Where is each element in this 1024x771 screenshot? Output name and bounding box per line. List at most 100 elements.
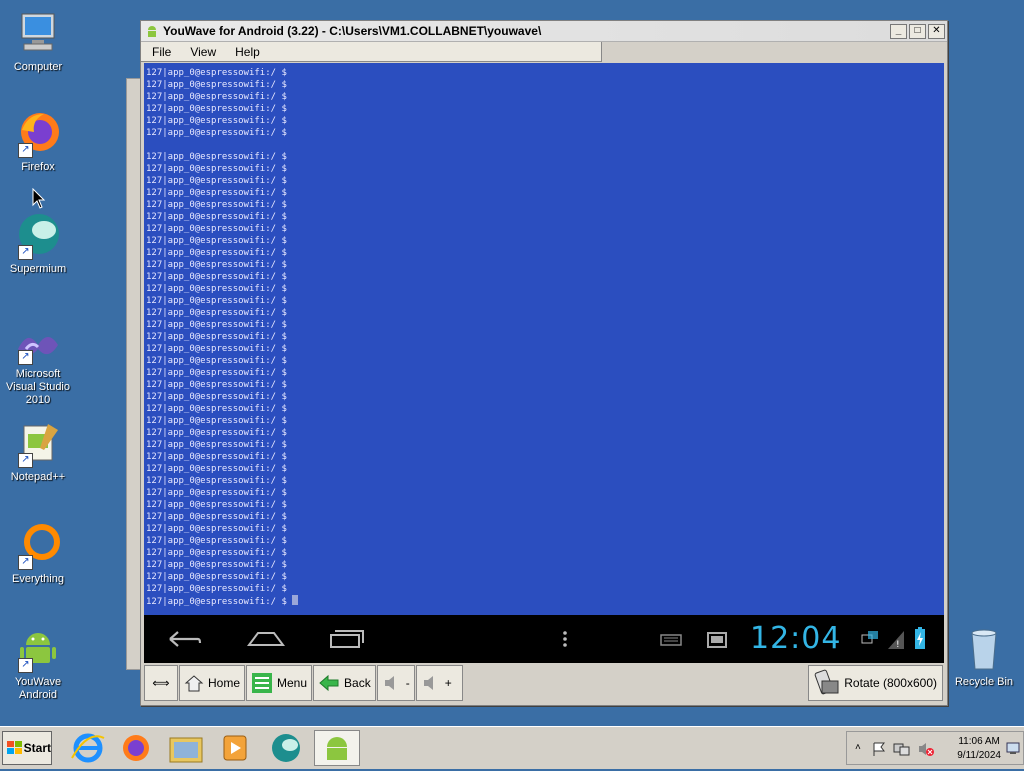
horizontal-arrows-icon: ⟺ xyxy=(152,676,170,690)
window-title: YouWave for Android (3.22) - C:\Users\VM… xyxy=(163,24,542,38)
shortcut-arrow-icon: ↗ xyxy=(18,350,33,365)
volume-down-label: - xyxy=(405,676,410,690)
shortcut-arrow-icon: ↗ xyxy=(18,555,33,570)
back-button[interactable]: Back xyxy=(313,665,376,701)
desktop-icon-label: Recycle Bin xyxy=(954,676,1014,688)
start-button[interactable]: Start xyxy=(2,731,52,765)
terminal-output: 127|app_0@espressowifi:/ $ 127|app_0@esp… xyxy=(144,63,944,608)
desktop-icon-label: Everything xyxy=(12,573,64,585)
clock[interactable]: 11:06 AM 9/11/2024 xyxy=(957,735,1001,763)
menu-list-icon xyxy=(252,673,273,693)
computer-icon xyxy=(14,10,62,58)
android-icon xyxy=(327,737,347,760)
time-text: 11:06 AM xyxy=(958,736,1000,747)
notepadpp-icon: ↗ xyxy=(14,420,62,468)
taskbar-firefox[interactable] xyxy=(116,730,156,766)
visual-studio-icon: ↗ xyxy=(14,325,62,365)
keyboard-icon xyxy=(660,634,682,646)
shortcut-arrow-icon: ↗ xyxy=(18,143,33,158)
android-icon xyxy=(148,26,156,37)
show-desktop-icon[interactable] xyxy=(1005,740,1021,756)
taskbar-media-player[interactable] xyxy=(216,730,256,766)
volume-down-button[interactable]: - xyxy=(376,665,415,701)
taskbar-supermium[interactable] xyxy=(266,730,306,766)
network-status-icon[interactable] xyxy=(893,741,911,757)
speaker-icon xyxy=(423,676,433,690)
date-text: 9/11/2024 xyxy=(957,750,1001,761)
youwave-window: YouWave for Android (3.22) - C:\Users\VM… xyxy=(140,20,948,706)
desktop-icon-label: Notepad++ xyxy=(10,471,66,483)
home-icon xyxy=(184,675,204,692)
back-arrow-icon xyxy=(319,674,339,692)
title-bar[interactable]: YouWave for Android (3.22) - C:\Users\VM… xyxy=(141,21,947,42)
android-back-icon[interactable] xyxy=(166,625,202,653)
desktop-icon-supermium[interactable]: ↗ Supermium xyxy=(0,212,76,276)
maximize-button[interactable]: □ xyxy=(909,23,926,39)
menu-bar: File View Help xyxy=(141,42,602,62)
android-recents-icon[interactable] xyxy=(328,625,364,653)
rotate-label: Rotate (800x600) xyxy=(844,676,937,690)
mouse-cursor-icon xyxy=(32,188,46,209)
android-home-icon[interactable] xyxy=(246,625,286,653)
taskbar-internet-explorer[interactable] xyxy=(68,730,108,766)
volume-up-label: + xyxy=(444,676,452,690)
network-icon xyxy=(861,631,878,644)
shortcut-arrow-icon: ↗ xyxy=(18,245,33,260)
android-terminal[interactable]: 127|app_0@espressowifi:/ $ 127|app_0@esp… xyxy=(144,63,944,615)
taskbar-file-explorer[interactable] xyxy=(166,730,206,766)
recycle-bin-icon xyxy=(971,629,997,670)
desktop-icon-everything[interactable]: ↗ Everything xyxy=(0,522,76,586)
android-icon: ↗ xyxy=(14,625,62,673)
desktop-icon-youwave[interactable]: ↗ YouWave Android xyxy=(0,625,76,702)
android-overflow-menu-icon[interactable] xyxy=(560,625,570,653)
desktop-icon-label: Microsoft Visual Studio 2010 xyxy=(5,368,70,406)
taskbar: Start ˄ 11:06 AM 9/11/2024 xyxy=(0,726,1024,769)
desktop-icon-label: Supermium xyxy=(9,263,67,275)
resize-toggle-button[interactable]: ⟺ xyxy=(144,665,178,701)
menu-button[interactable]: Menu xyxy=(246,665,313,701)
volume-up-button[interactable]: + xyxy=(415,665,463,701)
signal-icon: ! xyxy=(888,631,904,650)
menu-help[interactable]: Help xyxy=(224,45,268,59)
speaker-icon xyxy=(384,676,394,690)
supermium-icon xyxy=(272,734,300,762)
android-clock: 12:04 xyxy=(750,621,842,656)
desktop-icon-visual-studio[interactable]: ↗ Microsoft Visual Studio 2010 xyxy=(0,325,76,407)
menu-view[interactable]: View xyxy=(179,45,224,59)
desktop-icon-notepadpp[interactable]: ↗ Notepad++ xyxy=(0,420,76,484)
android-nav-bar: 12:04 ! xyxy=(144,615,944,663)
system-tray: ˄ 11:06 AM 9/11/2024 xyxy=(846,731,1024,765)
svg-text:!: ! xyxy=(896,640,900,650)
taskbar-youwave[interactable] xyxy=(314,730,360,766)
desktop-icon-computer[interactable]: Computer xyxy=(0,10,76,74)
shortcut-arrow-icon: ↗ xyxy=(18,658,33,673)
media-player-icon xyxy=(223,735,247,761)
desktop-icon-recycle-bin[interactable]: Recycle Bin xyxy=(946,625,1022,688)
youwave-toolbar: ⟺ Home Menu Back - + Rotate (800x600) xyxy=(144,663,944,703)
screenshot-icon xyxy=(707,632,727,648)
minimize-button[interactable]: _ xyxy=(890,23,907,39)
back-label: Back xyxy=(344,676,371,690)
close-button[interactable]: ✕ xyxy=(928,23,945,39)
start-label: Start xyxy=(23,741,51,755)
shortcut-arrow-icon: ↗ xyxy=(18,453,33,468)
battery-charging-icon xyxy=(915,627,925,649)
desktop-icon-label: Computer xyxy=(13,61,63,73)
action-center-flag-icon[interactable] xyxy=(871,741,887,757)
rotate-button[interactable]: Rotate (800x600) xyxy=(808,665,943,701)
internet-explorer-icon xyxy=(71,733,105,763)
folder-icon xyxy=(169,737,203,763)
home-label: Home xyxy=(208,676,241,690)
windows-logo-icon xyxy=(7,741,22,754)
menu-label: Menu xyxy=(277,676,308,690)
desktop-icon-firefox[interactable]: ↗ Firefox xyxy=(0,110,76,174)
home-button[interactable]: Home xyxy=(179,665,246,701)
firefox-icon: ↗ xyxy=(14,110,62,158)
supermium-icon: ↗ xyxy=(14,212,62,260)
firefox-icon xyxy=(123,735,149,761)
rotate-device-icon xyxy=(814,669,839,695)
volume-muted-icon[interactable] xyxy=(917,741,935,757)
menu-file[interactable]: File xyxy=(141,45,179,59)
show-hidden-icons-icon[interactable]: ˄ xyxy=(855,742,861,753)
everything-icon: ↗ xyxy=(14,522,62,570)
